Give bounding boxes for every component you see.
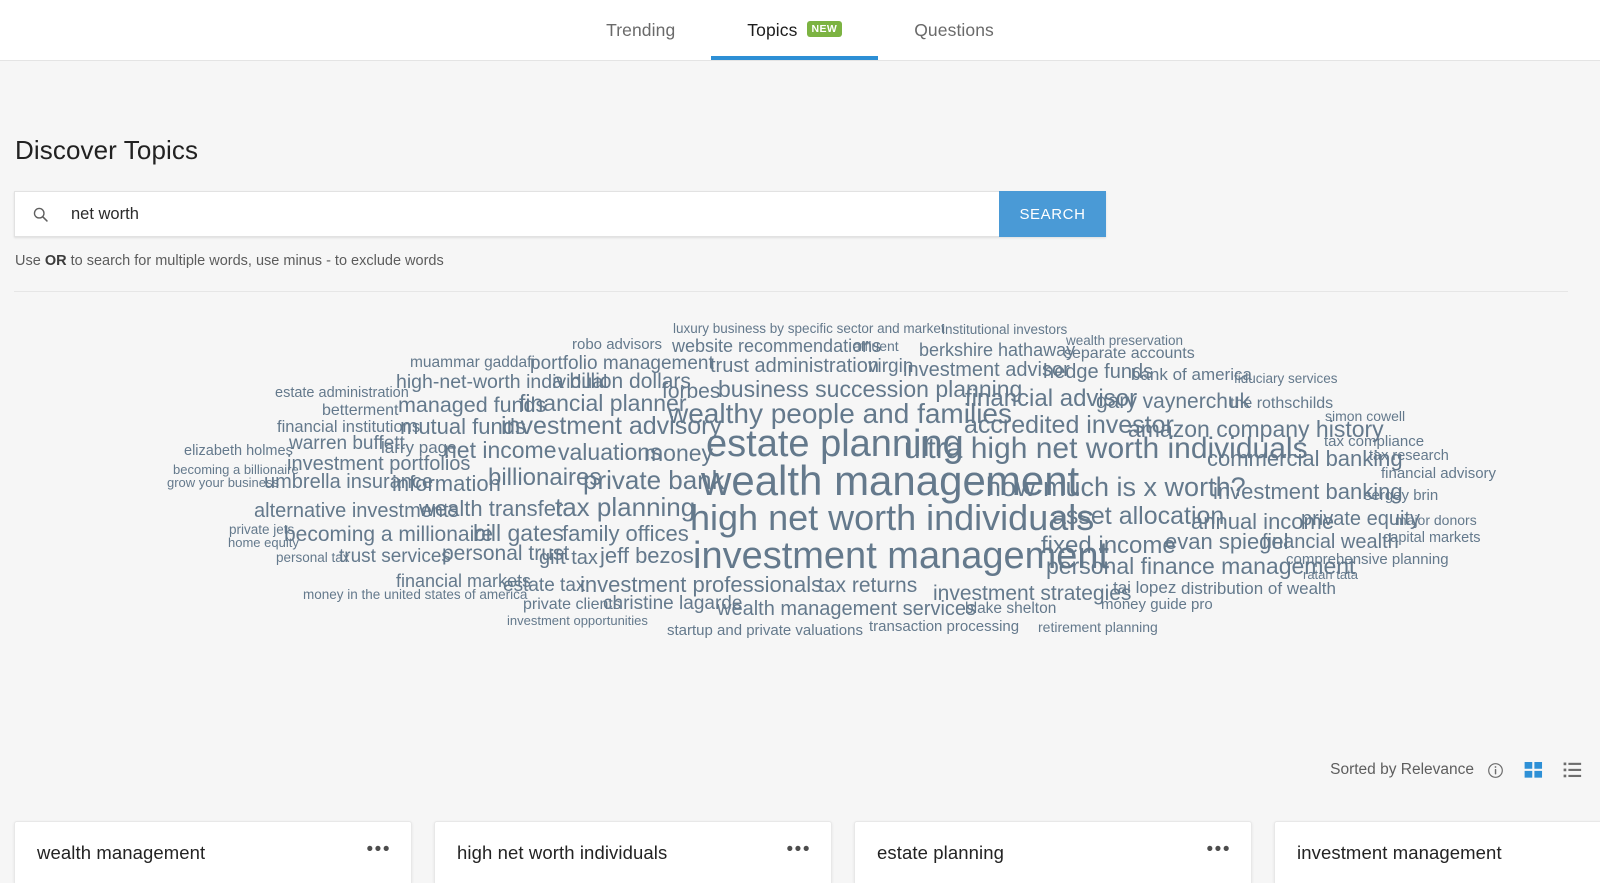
search-button[interactable]: SEARCH bbox=[999, 191, 1106, 237]
new-badge: NEW bbox=[806, 20, 843, 38]
tab-trending-label: Trending bbox=[606, 19, 676, 40]
cloud-word[interactable]: information bbox=[392, 473, 501, 495]
topic-card[interactable]: investment management bbox=[1274, 821, 1600, 883]
cloud-word[interactable]: blake shelton bbox=[965, 601, 1056, 617]
tab-trending[interactable]: Trending bbox=[570, 0, 711, 60]
cloud-word[interactable]: estate administration bbox=[275, 386, 409, 401]
cloud-word[interactable]: berkshire hathaway bbox=[919, 341, 1075, 359]
cloud-word[interactable]: money in the united states of america bbox=[303, 588, 527, 602]
tab-topics[interactable]: Topics NEW bbox=[711, 0, 879, 60]
cloud-word[interactable]: tax planning bbox=[555, 494, 695, 520]
topic-card[interactable]: high net worth individuals ••• bbox=[434, 821, 832, 883]
cloud-word[interactable]: family offices bbox=[562, 523, 689, 545]
cloud-word[interactable]: institutional investors bbox=[942, 323, 1067, 337]
cloud-word[interactable]: sergey brin bbox=[1364, 488, 1438, 503]
info-icon[interactable] bbox=[1487, 762, 1504, 779]
topic-card-list: wealth management ••• high net worth indiv… bbox=[14, 821, 1600, 883]
cloud-word[interactable]: financial wealth bbox=[1262, 532, 1399, 552]
sort-label: Sorted by Relevance bbox=[1330, 761, 1474, 778]
cloud-word[interactable]: capital markets bbox=[1383, 531, 1481, 546]
cloud-word[interactable]: gift tax bbox=[539, 548, 598, 568]
cloud-word[interactable]: transaction processing bbox=[869, 619, 1019, 634]
cloud-word[interactable]: jeff bezos bbox=[600, 545, 694, 567]
cloud-word[interactable]: tax returns bbox=[818, 575, 917, 596]
sort-bar: Sorted by Relevance bbox=[1330, 761, 1582, 779]
topic-card-menu-icon[interactable]: ••• bbox=[367, 840, 391, 859]
cloud-word[interactable]: distribution of wealth bbox=[1181, 580, 1336, 597]
cloud-word[interactable]: investment advisory bbox=[501, 414, 722, 439]
cloud-word[interactable]: robo advisors bbox=[572, 337, 662, 352]
cloud-word[interactable]: fiduciary services bbox=[1234, 372, 1338, 386]
tab-topics-label: Topics bbox=[747, 19, 798, 40]
cloud-word[interactable]: muammar gaddafi bbox=[410, 355, 535, 371]
cloud-word[interactable]: wealth management services bbox=[717, 599, 976, 619]
search-hint: Use OR to search for multiple words, use… bbox=[14, 253, 1586, 269]
hint-suffix: to search for multiple words, use minus … bbox=[66, 253, 444, 269]
cloud-word[interactable]: betterment bbox=[322, 403, 398, 419]
cloud-word[interactable]: wealth transfer bbox=[419, 498, 563, 520]
cloud-word[interactable]: trust services bbox=[339, 547, 451, 566]
tab-questions[interactable]: Questions bbox=[878, 0, 1030, 60]
list-view-icon[interactable] bbox=[1563, 762, 1582, 778]
cloud-word[interactable]: the rothschilds bbox=[1230, 396, 1333, 412]
topic-card-menu-icon[interactable]: ••• bbox=[1207, 840, 1231, 859]
topic-card-title: estate planning bbox=[877, 841, 1004, 863]
cloud-word[interactable]: elizabeth holmes bbox=[184, 444, 293, 459]
page-title: Discover Topics bbox=[15, 135, 199, 165]
cloud-word[interactable]: money guide pro bbox=[1101, 597, 1213, 612]
topic-card-title: wealth management bbox=[37, 841, 206, 863]
top-navigation: Trending Topics NEW Questions bbox=[0, 0, 1600, 61]
topic-card-title: investment management bbox=[1297, 841, 1502, 863]
hint-operator: OR bbox=[44, 253, 67, 269]
topic-card[interactable]: wealth management ••• bbox=[14, 821, 412, 883]
search-icon bbox=[33, 207, 48, 222]
grid-view-icon[interactable] bbox=[1524, 762, 1543, 778]
search-input-wrapper[interactable] bbox=[14, 191, 999, 237]
cloud-word[interactable]: luxury business by specific sector and m… bbox=[673, 322, 945, 336]
page-body: Discover Topics SEARCH Use OR to search … bbox=[0, 61, 1600, 883]
cloud-word[interactable]: major donors bbox=[1395, 513, 1477, 527]
topic-word-cloud: luxury business by specific sector and m… bbox=[14, 296, 1584, 746]
cloud-word[interactable]: trust administration bbox=[710, 356, 879, 376]
view-toggle bbox=[1524, 762, 1582, 778]
cloud-word[interactable]: investment opportunities bbox=[507, 614, 648, 627]
search-bar: SEARCH bbox=[14, 191, 1106, 237]
cloud-word[interactable]: separate accounts bbox=[1064, 346, 1195, 362]
cloud-word[interactable]: gary vaynerchuk bbox=[1096, 391, 1250, 412]
cloud-word[interactable]: high net worth individuals bbox=[690, 500, 1094, 536]
cloud-word[interactable]: tai lopez bbox=[1113, 579, 1176, 596]
cloud-word[interactable]: home equity bbox=[228, 536, 299, 549]
cloud-word[interactable]: retirement planning bbox=[1038, 620, 1158, 634]
hint-prefix: Use bbox=[15, 253, 45, 269]
cloud-word[interactable]: comprehensive planning bbox=[1286, 552, 1449, 567]
cloud-word[interactable]: startup and private valuations bbox=[667, 623, 863, 638]
topic-card-menu-icon[interactable]: ••• bbox=[787, 840, 811, 859]
topic-card[interactable]: estate planning ••• bbox=[854, 821, 1252, 883]
cloud-word[interactable]: affluent bbox=[853, 339, 899, 353]
section-divider bbox=[14, 291, 1568, 292]
topic-card-title: high net worth individuals bbox=[457, 841, 668, 863]
tab-questions-label: Questions bbox=[914, 19, 994, 40]
cloud-word[interactable]: grow your business bbox=[167, 476, 279, 489]
cloud-word[interactable]: tax research bbox=[1369, 449, 1449, 464]
search-input[interactable] bbox=[49, 203, 999, 225]
